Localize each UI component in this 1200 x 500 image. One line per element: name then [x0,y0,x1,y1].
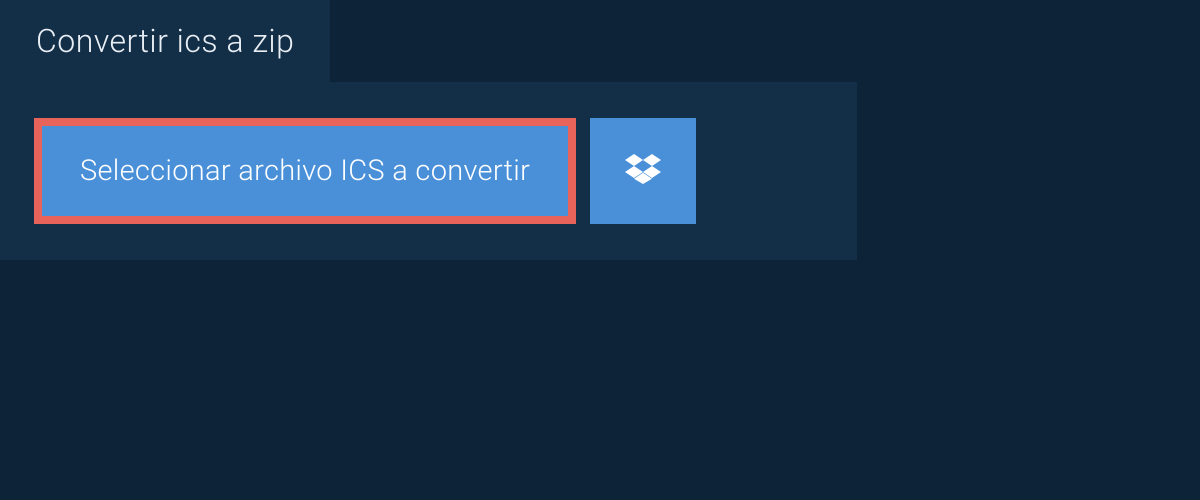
button-row: Seleccionar archivo ICS a convertir [34,118,823,224]
dropbox-icon [625,151,661,191]
select-file-label: Seleccionar archivo ICS a convertir [80,154,530,188]
select-file-button[interactable]: Seleccionar archivo ICS a convertir [34,118,576,224]
tab-label: Convertir ics a zip [36,22,294,60]
tab-bar: Convertir ics a zip [0,0,1200,82]
converter-panel: Seleccionar archivo ICS a convertir [0,82,857,260]
tab-convert[interactable]: Convertir ics a zip [0,0,330,82]
dropbox-button[interactable] [590,118,696,224]
